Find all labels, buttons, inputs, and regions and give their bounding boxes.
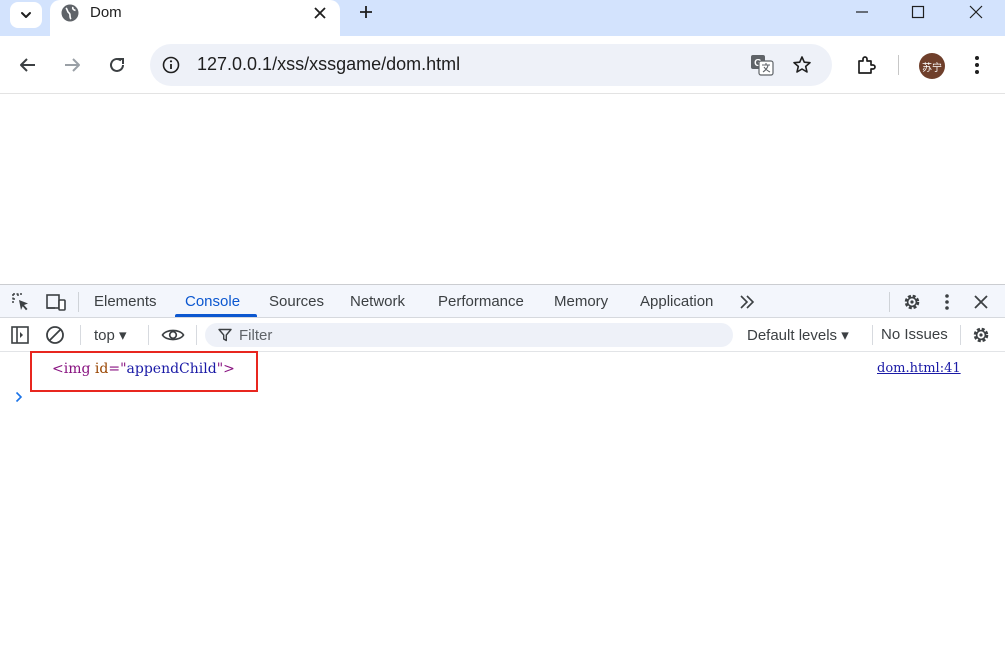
maximize-button[interactable] — [898, 0, 938, 24]
toolbar-separator — [148, 325, 149, 345]
tab-close-button[interactable] — [310, 3, 330, 23]
devtools-settings-button[interactable] — [901, 291, 923, 313]
source-link[interactable]: dom.html:41 — [877, 361, 961, 376]
tab-elements[interactable]: Elements — [94, 293, 157, 310]
inspect-icon — [12, 293, 28, 311]
console-prompt — [13, 390, 25, 404]
bookmark-star-button[interactable] — [788, 52, 816, 78]
toolbar-separator — [78, 292, 79, 312]
chevron-right-icon — [15, 391, 23, 403]
attribute-name: id — [90, 361, 109, 377]
translate-button[interactable]: G — [748, 52, 776, 78]
console-sidebar-toggle[interactable] — [9, 324, 31, 346]
device-icon — [46, 294, 66, 311]
tab-search-button[interactable] — [10, 2, 42, 28]
inspect-element-button[interactable] — [10, 291, 32, 313]
maximize-icon — [911, 5, 925, 19]
new-tab-button[interactable] — [355, 1, 377, 23]
filter-input[interactable] — [239, 323, 719, 347]
more-tabs-icon — [740, 295, 755, 309]
star-icon — [793, 56, 811, 73]
back-button[interactable] — [15, 52, 41, 78]
filter-icon-wrap — [217, 327, 233, 343]
attribute-equals: =" — [108, 361, 127, 377]
live-expression-button[interactable] — [160, 324, 186, 346]
browser-menu-button[interactable] — [966, 52, 988, 78]
browser-toolbar: 127.0.0.1/xss/xssgame/dom.html G 苏宁 — [0, 36, 1005, 94]
device-toolbar-button[interactable] — [45, 291, 67, 313]
console-toolbar: top ▾ Default levels ▾ No Issues — [0, 318, 1005, 352]
plus-icon — [360, 6, 372, 18]
attribute-value: appendChild — [126, 361, 217, 377]
tab-title: Dom — [90, 4, 122, 21]
page-viewport — [0, 95, 1005, 284]
tab-strip: Dom — [0, 0, 1005, 36]
more-vert-icon — [945, 294, 949, 310]
reload-icon — [110, 57, 124, 72]
minimize-button[interactable] — [842, 0, 882, 24]
more-vert-icon — [975, 56, 979, 74]
console-filter[interactable] — [205, 323, 733, 347]
settings-icon — [973, 327, 989, 343]
browser-tab[interactable]: Dom — [50, 0, 340, 36]
close-window-button[interactable] — [956, 0, 996, 24]
back-icon — [20, 58, 35, 72]
tab-sources[interactable]: Sources — [269, 293, 324, 310]
globe-icon — [61, 4, 79, 22]
devtools-close-button[interactable] — [970, 291, 992, 313]
reload-button[interactable] — [104, 52, 130, 78]
clear-console-button[interactable] — [44, 324, 66, 346]
url-text[interactable]: 127.0.0.1/xss/xssgame/dom.html — [197, 54, 460, 75]
toolbar-separator — [960, 325, 961, 345]
sidebar-icon — [11, 326, 29, 344]
tab-memory[interactable]: Memory — [554, 293, 608, 310]
console-log-entry[interactable]: <img id="appendChild"> — [52, 361, 235, 377]
site-info-icon — [162, 56, 180, 74]
more-tabs-button[interactable] — [736, 291, 758, 313]
toolbar-separator — [80, 325, 81, 345]
close-icon — [314, 7, 326, 19]
javascript-context-select[interactable]: top ▾ — [94, 326, 127, 344]
close-icon — [969, 5, 983, 19]
filter-icon — [218, 328, 232, 342]
tab-search-icon — [21, 12, 31, 18]
issues-counter[interactable]: No Issues — [881, 326, 948, 343]
tab-console[interactable]: Console — [185, 293, 240, 310]
tag-open: <img — [52, 361, 91, 377]
close-icon — [974, 295, 988, 309]
devtools-menu-button[interactable] — [936, 291, 958, 313]
active-tab-indicator — [175, 314, 257, 317]
toolbar-separator — [872, 325, 873, 345]
translate-icon: G — [751, 55, 774, 76]
toolbar-separator — [889, 292, 890, 312]
tab-performance[interactable]: Performance — [438, 293, 524, 310]
extensions-icon — [858, 56, 876, 74]
forward-icon — [65, 58, 80, 72]
console-output: <img id="appendChild"> dom.html:41 — [0, 351, 1005, 650]
devtools-panel: Elements Console Sources Network Perform… — [0, 284, 1005, 650]
site-info-button[interactable] — [160, 54, 182, 76]
extensions-button[interactable] — [852, 51, 880, 79]
toolbar-divider — [898, 55, 899, 75]
tab-network[interactable]: Network — [350, 293, 405, 310]
clear-icon — [46, 326, 64, 344]
minimize-icon — [856, 11, 868, 13]
address-bar[interactable]: 127.0.0.1/xss/xssgame/dom.html G — [150, 44, 832, 86]
devtools-tab-bar: Elements Console Sources Network Perform… — [0, 285, 1005, 318]
forward-button[interactable] — [59, 52, 85, 78]
tag-close: "> — [216, 361, 235, 377]
console-settings-button[interactable] — [970, 324, 992, 346]
profile-avatar[interactable]: 苏宁 — [919, 53, 945, 79]
log-levels-select[interactable]: Default levels ▾ — [747, 326, 849, 344]
eye-icon — [161, 329, 185, 341]
toolbar-separator — [196, 325, 197, 345]
console-input[interactable] — [30, 388, 990, 408]
tab-application[interactable]: Application — [640, 293, 713, 310]
settings-icon — [904, 294, 920, 310]
